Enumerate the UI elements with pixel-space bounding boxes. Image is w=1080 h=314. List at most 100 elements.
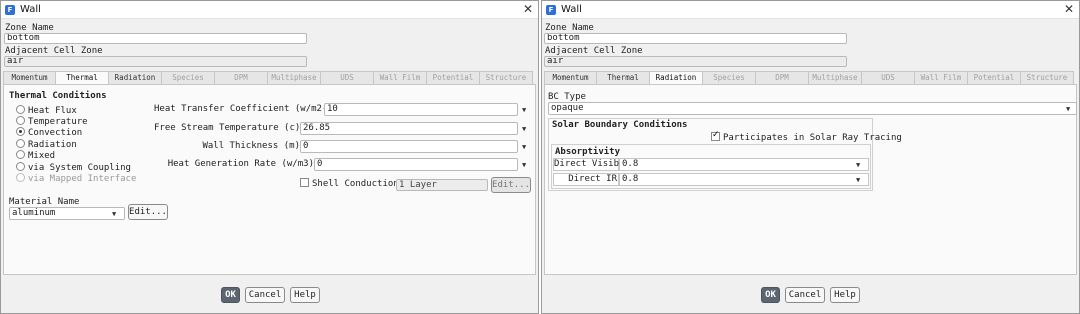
tab-thermal[interactable]: Thermal — [56, 71, 109, 85]
shell-edit-button: Edit... — [491, 177, 531, 193]
tab-thermal[interactable]: Thermal — [597, 71, 650, 85]
tab-species[interactable]: Species — [162, 71, 215, 85]
radio-label: Temperature — [28, 117, 88, 127]
adjacent-cell-zone-field: air — [544, 56, 847, 67]
checkbox[interactable] — [300, 178, 309, 187]
cancel-button[interactable]: Cancel — [245, 287, 285, 303]
radio-button[interactable] — [16, 139, 25, 148]
solar-boundary-title: Solar Boundary Conditions — [552, 120, 688, 130]
radio-button-selected[interactable] — [16, 127, 25, 136]
tab-wall-film[interactable]: Wall Film — [374, 71, 427, 85]
zone-name-field[interactable]: bottom — [544, 33, 847, 44]
direct-ir-input[interactable]: 0.8 — [619, 173, 869, 186]
tab-momentum[interactable]: Momentum — [544, 71, 597, 85]
tab-multiphase[interactable]: Multiphase — [809, 71, 862, 85]
radio-button[interactable] — [16, 116, 25, 125]
chevron-down-icon[interactable]: ▼ — [522, 106, 526, 114]
htc-input[interactable]: 10 — [324, 103, 518, 116]
solar-ray-tracing-label: Participates in Solar Ray Tracing — [723, 133, 902, 143]
material-select[interactable]: aluminum — [9, 207, 125, 220]
tab-radiation[interactable]: Radiation — [109, 71, 162, 85]
radio-label: Heat Flux — [28, 106, 77, 116]
tab-multiphase[interactable]: Multiphase — [268, 71, 321, 85]
direct-visible-input[interactable]: 0.8 — [619, 158, 869, 171]
title-bar: F Wall ✕ — [1, 1, 538, 19]
thermal-panel: Thermal Conditions Heat Flux Temperature… — [3, 84, 536, 275]
title-bar: F Wall ✕ — [542, 1, 1079, 19]
tab-structure[interactable]: Structure — [1021, 71, 1074, 85]
tab-bar: Momentum Thermal Radiation Species DPM M… — [544, 71, 1074, 85]
checkbox-checked[interactable] — [711, 130, 720, 141]
radio-button — [16, 173, 25, 182]
material-name-label: Material Name — [9, 197, 80, 207]
cancel-button[interactable]: Cancel — [785, 287, 825, 303]
chevron-down-icon[interactable]: ▼ — [522, 161, 526, 169]
radio-label: Mixed — [28, 151, 56, 161]
radio-mapped-interface: via Mapped Interface — [16, 173, 136, 184]
tab-dpm[interactable]: DPM — [756, 71, 809, 85]
heat-generation-input[interactable]: 0 — [314, 158, 518, 171]
radio-radiation[interactable]: Radiation — [16, 139, 77, 150]
tab-bar: Momentum Thermal Radiation Species DPM M… — [3, 71, 533, 85]
material-edit-button[interactable]: Edit... — [128, 204, 168, 220]
wall-dialog-thermal: F Wall ✕ Zone Name bottom Adjacent Cell … — [0, 0, 539, 314]
zone-name-label: Zone Name — [545, 23, 594, 33]
radio-mixed[interactable]: Mixed — [16, 150, 55, 161]
free-stream-label: Free Stream Temperature (c) — [154, 123, 301, 133]
chevron-down-icon[interactable]: ▼ — [1066, 105, 1070, 113]
tab-uds[interactable]: UDS — [862, 71, 915, 85]
close-icon[interactable]: ✕ — [523, 2, 533, 16]
chevron-down-icon[interactable]: ▼ — [112, 210, 116, 218]
wall-dialog-radiation: F Wall ✕ Zone Name bottom Adjacent Cell … — [541, 0, 1080, 314]
radio-convection[interactable]: Convection — [16, 127, 82, 138]
chevron-down-icon[interactable]: ▼ — [522, 143, 526, 151]
shell-conduction-checkbox[interactable]: Shell Conduction — [300, 178, 399, 189]
tab-dpm[interactable]: DPM — [215, 71, 268, 85]
tab-momentum[interactable]: Momentum — [3, 71, 56, 85]
thermal-conditions-title: Thermal Conditions — [9, 91, 107, 101]
tab-radiation[interactable]: Radiation — [650, 71, 703, 85]
help-button[interactable]: Help — [830, 287, 860, 303]
absorptivity-group: Absorptivity Direct Visible 0.8 ▼ Direct… — [551, 144, 871, 189]
chevron-down-icon[interactable]: ▼ — [522, 125, 526, 133]
zone-name-label: Zone Name — [5, 23, 54, 33]
tab-potential[interactable]: Potential — [968, 71, 1021, 85]
help-button[interactable]: Help — [290, 287, 320, 303]
radio-temperature[interactable]: Temperature — [16, 116, 88, 127]
chevron-down-icon[interactable]: ▼ — [856, 161, 860, 169]
dialog-title: Wall — [20, 4, 41, 15]
radio-heat-flux[interactable]: Heat Flux — [16, 105, 77, 116]
zone-name-field[interactable]: bottom — [4, 33, 307, 44]
absorptivity-title: Absorptivity — [555, 147, 621, 157]
free-stream-input[interactable]: 26.85 — [300, 122, 518, 135]
bc-type-label: BC Type — [548, 92, 586, 102]
radio-system-coupling[interactable]: via System Coupling — [16, 162, 131, 173]
tab-uds[interactable]: UDS — [321, 71, 374, 85]
dialog-title: Wall — [561, 4, 582, 15]
solar-ray-tracing-checkbox[interactable]: Participates in Solar Ray Tracing — [711, 130, 902, 143]
wall-thickness-label: Wall Thickness (m) — [202, 141, 300, 151]
bc-type-select[interactable]: opaque — [548, 102, 1077, 115]
ok-button[interactable]: OK — [221, 287, 240, 303]
shell-conduction-label: Shell Conduction — [312, 179, 399, 189]
tab-structure[interactable]: Structure — [480, 71, 533, 85]
heat-generation-label: Heat Generation Rate (w/m3) — [167, 159, 314, 169]
chevron-down-icon[interactable]: ▼ — [856, 176, 860, 184]
tab-potential[interactable]: Potential — [427, 71, 480, 85]
tab-wall-film[interactable]: Wall Film — [915, 71, 968, 85]
wall-thickness-input[interactable]: 0 — [300, 140, 518, 153]
radiation-panel: BC Type opaque ▼ Solar Boundary Conditio… — [544, 84, 1077, 275]
fluent-app-icon: F — [5, 5, 15, 15]
tab-species[interactable]: Species — [703, 71, 756, 85]
ok-button[interactable]: OK — [761, 287, 780, 303]
adjacent-cell-zone-field: air — [4, 56, 307, 67]
fluent-app-icon: F — [546, 5, 556, 15]
radio-button[interactable] — [16, 162, 25, 171]
adjacent-cell-zone-label: Adjacent Cell Zone — [545, 46, 643, 56]
radio-button[interactable] — [16, 105, 25, 114]
close-icon[interactable]: ✕ — [1064, 2, 1074, 16]
radio-button[interactable] — [16, 150, 25, 159]
radio-label: Convection — [28, 128, 83, 138]
direct-ir-label: Direct IR — [553, 173, 619, 186]
shell-layer-field: 1 Layer — [396, 179, 488, 191]
